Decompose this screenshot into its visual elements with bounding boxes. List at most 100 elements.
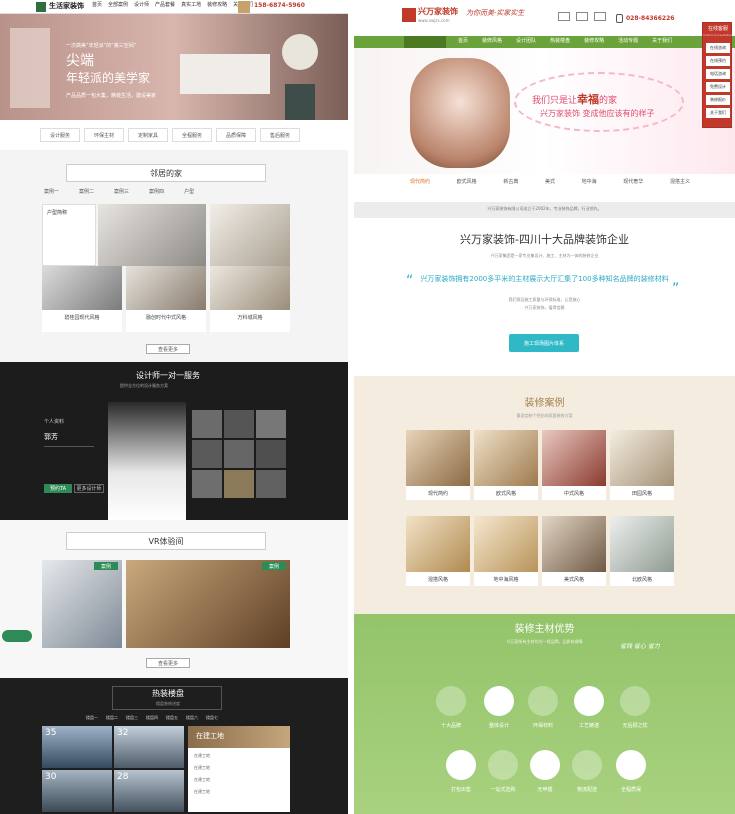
feature-item: 环保主材	[84, 128, 124, 142]
case-tab[interactable]: 案例三	[114, 189, 129, 196]
case-photo[interactable]	[98, 204, 206, 266]
vr-photo[interactable]	[126, 560, 290, 648]
style-item[interactable]: 现代奢华	[623, 179, 643, 186]
designer-thumb[interactable]	[192, 440, 222, 468]
warranty-icon	[616, 750, 646, 780]
deco-case-photo[interactable]	[406, 430, 470, 486]
case-tab[interactable]: 案例二	[79, 189, 94, 196]
style-item[interactable]: 新古典	[503, 179, 518, 186]
case-caption: 万科城风格	[237, 315, 263, 321]
vr-photo[interactable]	[42, 560, 122, 648]
feature-item: 全程服务	[172, 128, 212, 142]
designer-section: 设计师一对一服务 提供全方位的设计服务方案 个人资料 郭芳 预约TA 更多设计师	[0, 362, 348, 520]
nav-item[interactable]: 设计团队	[516, 38, 536, 45]
hero-family-photo	[410, 58, 510, 168]
case-photo[interactable]	[126, 266, 206, 310]
case-tab[interactable]: 案例一	[44, 189, 59, 196]
deco-case-photo[interactable]	[542, 516, 606, 572]
site-row[interactable]: 在建工地	[194, 753, 210, 758]
hero-line2: 兴万家装饰 变成他应该有的样子	[540, 109, 655, 118]
nav-item[interactable]: 真实工地	[181, 2, 201, 9]
hot-tab[interactable]: 楼盘三	[126, 715, 138, 720]
building-photo[interactable]: 32	[114, 726, 184, 768]
cases-more-button[interactable]: 查看更多	[146, 344, 190, 354]
building-photo[interactable]: 28	[114, 770, 184, 812]
brand-logo-icon	[36, 2, 46, 12]
deco-case-photo[interactable]	[406, 516, 470, 572]
deco-case-caption: 混搭风格	[427, 577, 448, 583]
vr-more-button[interactable]: 查看更多	[146, 658, 190, 668]
hot-tab[interactable]: 楼盘六	[186, 715, 198, 720]
case-tab[interactable]: 户型	[184, 189, 194, 196]
nav-item[interactable]: 热装楼盘	[550, 38, 570, 45]
style-item[interactable]: 混搭主义	[670, 179, 690, 186]
deco-case-photo[interactable]	[610, 516, 674, 572]
hero-line1-a: 我们只是让	[532, 96, 578, 106]
hot-tab[interactable]: 楼盘七	[206, 715, 218, 720]
nav-item[interactable]: 设计师	[134, 2, 149, 9]
shopping-icon	[488, 750, 518, 780]
building-num: 35	[45, 728, 57, 738]
deco-case-photo[interactable]	[474, 430, 538, 486]
style-item[interactable]: 美式	[545, 179, 555, 186]
site-row[interactable]: 在建工地	[194, 765, 210, 770]
deco-case-caption-box: 中式风格	[542, 486, 606, 500]
nav-item[interactable]: 产品套餐	[155, 2, 175, 9]
material-label: 物流配送	[576, 787, 597, 793]
style-item[interactable]: 欧式风格	[457, 179, 477, 186]
case-photo[interactable]	[42, 266, 122, 310]
style-item[interactable]: 现代简约	[410, 179, 430, 186]
search-icon[interactable]	[238, 1, 250, 13]
phone-number: 028-84366226	[626, 15, 675, 22]
case-tab[interactable]: 案例四	[149, 189, 164, 196]
nav-item[interactable]: 装修攻略	[584, 38, 604, 45]
deco-case-photo[interactable]	[474, 516, 538, 572]
nav-item[interactable]: 装修风格	[482, 38, 502, 45]
case-photo[interactable]	[210, 266, 290, 310]
hot-tab[interactable]: 楼盘四	[146, 715, 158, 720]
right-nav: 首页 装修风格 设计团队 热装楼盘 装修攻略 活动专题 关于我们	[354, 36, 735, 48]
designer-thumb[interactable]	[224, 470, 254, 498]
style-item[interactable]: 地中海	[582, 179, 597, 186]
chat-float-icon[interactable]	[2, 630, 32, 642]
deco-case-photo[interactable]	[542, 430, 606, 486]
phone-icon	[616, 14, 623, 23]
case-photo[interactable]	[210, 204, 290, 266]
nav-item[interactable]: 活动专题	[618, 38, 638, 45]
hot-tab[interactable]: 楼盘五	[166, 715, 178, 720]
hot-tab[interactable]: 楼盘二	[106, 715, 118, 720]
more-designers-button[interactable]: 更多设计师	[74, 484, 104, 493]
sidebar-item[interactable]: 关于我们	[706, 108, 730, 118]
sidebar-item[interactable]: 电话咨询	[706, 69, 730, 79]
nav-item[interactable]: 全部案例	[108, 2, 128, 9]
nav-item[interactable]: 首页	[92, 2, 102, 9]
cta-button[interactable]: 施工现场图片体系	[509, 334, 579, 352]
hero-highlight: 幸福	[577, 93, 600, 106]
deco-case-photo[interactable]	[610, 430, 674, 486]
eco-icon	[528, 686, 558, 716]
designer-thumb[interactable]	[192, 410, 222, 438]
case-card[interactable]: 户型简称	[42, 204, 96, 266]
designer-thumb[interactable]	[256, 410, 286, 438]
designer-thumb[interactable]	[192, 470, 222, 498]
sidebar-item[interactable]: 在线预约	[706, 56, 730, 66]
vr-section: VR体验间 案例 案例 查看更多	[0, 520, 348, 678]
vr-tag: 案例	[94, 562, 118, 570]
designer-thumb[interactable]	[256, 440, 286, 468]
sidebar-item[interactable]: 装修报价	[706, 95, 730, 105]
book-designer-button[interactable]: 预约TA	[44, 484, 72, 493]
site-row[interactable]: 在建工地	[194, 777, 210, 782]
designer-thumb[interactable]	[256, 470, 286, 498]
sidebar-item[interactable]: 在线咨询	[706, 43, 730, 53]
site-row[interactable]: 在建工地	[194, 789, 210, 794]
designer-thumb[interactable]	[224, 440, 254, 468]
hot-tab[interactable]: 楼盘一	[86, 715, 98, 720]
building-photo[interactable]: 30	[42, 770, 112, 812]
designer-thumb[interactable]	[224, 410, 254, 438]
building-photo[interactable]: 35	[42, 726, 112, 768]
nav-item[interactable]: 装修攻略	[207, 2, 227, 9]
nav-item[interactable]: 首页	[458, 38, 468, 45]
sidebar-item[interactable]: 免费设计	[706, 82, 730, 92]
case-caption-box: 融创时代中式风格	[126, 310, 206, 332]
nav-item[interactable]: 关于我们	[652, 38, 672, 45]
